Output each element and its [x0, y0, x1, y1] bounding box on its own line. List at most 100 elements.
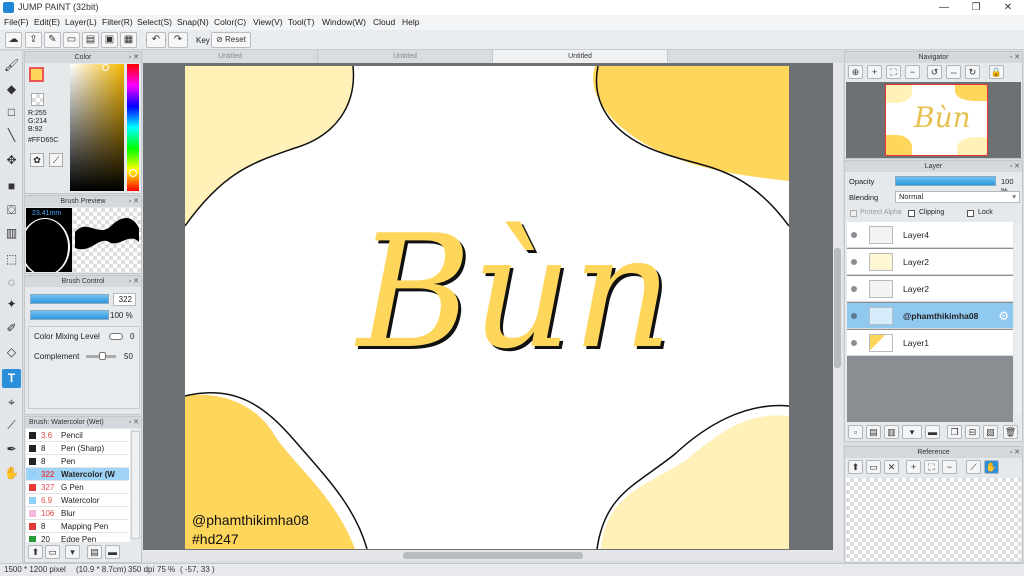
- brush-list-scrollbar[interactable]: [131, 431, 140, 539]
- panel-controls-icon[interactable]: ▫ ✕: [129, 276, 139, 287]
- zoom-actual-icon[interactable]: ⛶: [886, 65, 901, 79]
- protect-alpha-checkbox[interactable]: [850, 210, 857, 217]
- tab-untitled-3[interactable]: Untitled: [493, 50, 668, 63]
- comment-icon[interactable]: ✎: [44, 32, 61, 48]
- new-file-icon[interactable]: ▭: [63, 32, 80, 48]
- eyedropper-icon[interactable]: ⟋: [49, 153, 63, 167]
- transparent-color-swatch[interactable]: [31, 93, 44, 106]
- color-mixing-toggle[interactable]: [109, 333, 123, 340]
- eraser-tool-icon[interactable]: ◆: [2, 80, 21, 99]
- visibility-dot-icon[interactable]: [851, 313, 857, 319]
- hand-tool-icon[interactable]: ✋: [2, 464, 21, 483]
- reference-open-icon[interactable]: ▭: [866, 460, 881, 474]
- menu-window[interactable]: Window(W): [322, 17, 366, 27]
- visibility-dot-icon[interactable]: [851, 232, 857, 238]
- menu-tool[interactable]: Tool(T): [288, 17, 314, 27]
- flip-icon[interactable]: ⇔: [946, 65, 961, 79]
- panel-controls-icon[interactable]: ▫ ✕: [1010, 52, 1020, 63]
- horizontal-scroll-thumb[interactable]: [403, 552, 583, 559]
- trash-icon[interactable]: 🗑: [1003, 425, 1018, 439]
- save-icon[interactable]: ▣: [101, 32, 118, 48]
- select-pen-tool-icon[interactable]: ✐: [2, 319, 21, 338]
- reference-upload-icon[interactable]: ⬆: [848, 460, 863, 474]
- brush-item-selected[interactable]: 322 Watercolor (W: [26, 468, 129, 481]
- panel-controls-icon[interactable]: ▫ ✕: [129, 196, 139, 207]
- brush-size-slider[interactable]: [30, 294, 109, 304]
- zoom-out-icon[interactable]: −: [905, 65, 920, 79]
- menu-color[interactable]: Color(C): [214, 17, 246, 27]
- layer-row[interactable]: Layer2: [847, 249, 1013, 275]
- rectangle-tool-icon[interactable]: □: [2, 103, 21, 122]
- hue-cursor[interactable]: [129, 169, 137, 177]
- bucket-tool-icon[interactable]: ⛋: [2, 201, 21, 220]
- layer-opacity-slider[interactable]: [895, 176, 996, 186]
- fill-rect-tool-icon[interactable]: ■: [2, 177, 21, 196]
- brush-item[interactable]: 327 G Pen: [26, 481, 129, 494]
- navigator-thumbnail[interactable]: Bùn: [885, 84, 988, 156]
- grid-icon[interactable]: ▦: [120, 32, 137, 48]
- reference-fit-icon[interactable]: ⛶: [924, 460, 939, 474]
- select-rect-tool-icon[interactable]: ⬚: [2, 250, 21, 269]
- layer-menu-icon[interactable]: ▾: [902, 425, 922, 439]
- cloud-icon[interactable]: ☁: [5, 32, 22, 48]
- menu-select[interactable]: Select(S): [137, 17, 172, 27]
- lock-checkbox[interactable]: [967, 210, 974, 217]
- layer-row-selected[interactable]: @phamthikimha08 ⚙: [847, 303, 1013, 329]
- maximize-button[interactable]: ❐: [960, 0, 992, 15]
- layer-row[interactable]: Layer1: [847, 330, 1013, 356]
- gradient-tool-icon[interactable]: ▥: [2, 224, 21, 243]
- reset-button[interactable]: ⊘ Reset: [211, 32, 251, 48]
- complement-thumb[interactable]: [99, 352, 106, 360]
- text-tool-icon[interactable]: T: [2, 369, 21, 388]
- menu-layer[interactable]: Layer(L): [65, 17, 97, 27]
- zoom-in-icon[interactable]: +: [867, 65, 882, 79]
- panel-controls-icon[interactable]: ▫ ✕: [129, 417, 139, 428]
- navigator-viewport[interactable]: Bùn: [846, 82, 1021, 158]
- rotate-right-icon[interactable]: ↻: [965, 65, 980, 79]
- reference-zoom-in-icon[interactable]: +: [906, 460, 921, 474]
- layer-folder-icon[interactable]: ▬: [925, 425, 940, 439]
- reference-close-icon[interactable]: ✕: [884, 460, 899, 474]
- navigator-lock-icon[interactable]: 🔒: [989, 65, 1004, 79]
- duplicate-layer-icon[interactable]: ❐: [947, 425, 962, 439]
- layer-row[interactable]: Layer4: [847, 222, 1013, 248]
- visibility-dot-icon[interactable]: [851, 340, 857, 346]
- brush-tool-icon[interactable]: 🖌: [2, 56, 21, 75]
- panel-controls-icon[interactable]: ▫ ✕: [1010, 447, 1020, 458]
- panel-controls-icon[interactable]: ▫ ✕: [1010, 161, 1020, 172]
- reference-hand-icon[interactable]: ✋: [984, 460, 999, 474]
- reference-zoom-out-icon[interactable]: −: [942, 460, 957, 474]
- canvas-vertical-scrollbar[interactable]: [833, 63, 843, 550]
- brush-group-icon[interactable]: ▬: [105, 545, 120, 559]
- brush-folder-icon[interactable]: ▭: [45, 545, 60, 559]
- saturation-value-picker[interactable]: [70, 64, 124, 191]
- blending-select[interactable]: Normal ▾: [895, 191, 1020, 203]
- brush-item[interactable]: 8 Mapping Pen: [26, 520, 129, 533]
- menu-edit[interactable]: Edit(E): [34, 17, 60, 27]
- brush-item[interactable]: 8 Pen (Sharp): [26, 442, 129, 455]
- page-icon[interactable]: ▤: [82, 32, 99, 48]
- move-tool-icon[interactable]: ✥: [2, 151, 21, 170]
- clipping-checkbox[interactable]: [908, 210, 915, 217]
- select-eraser-tool-icon[interactable]: ◇: [2, 343, 21, 362]
- menu-help[interactable]: Help: [402, 17, 419, 27]
- tab-untitled-2[interactable]: Untitled: [318, 50, 493, 63]
- eyedropper-tool-icon[interactable]: ⟋: [2, 416, 21, 435]
- new-layer-icon[interactable]: ▫: [848, 425, 863, 439]
- tab-untitled-1[interactable]: Untitled: [143, 50, 318, 63]
- sv-cursor[interactable]: [102, 64, 109, 71]
- brush-item[interactable]: 106 Blur: [26, 507, 129, 520]
- brush-settings-icon[interactable]: ▾: [65, 545, 80, 559]
- vertical-scroll-thumb[interactable]: [834, 248, 841, 368]
- brush-copy-icon[interactable]: ▤: [87, 545, 102, 559]
- brush-item[interactable]: 6.9 Watercolor: [26, 494, 129, 507]
- undo-icon[interactable]: ↶: [146, 32, 166, 48]
- brush-item[interactable]: 3.6 Pencil: [26, 429, 129, 442]
- brush-add-icon[interactable]: ⬆: [28, 545, 43, 559]
- brush-opacity-slider[interactable]: [30, 310, 109, 320]
- line-tool-icon[interactable]: ╲: [2, 126, 21, 145]
- rotate-left-icon[interactable]: ↺: [927, 65, 942, 79]
- zoom-fit-icon[interactable]: ⊕: [848, 65, 863, 79]
- operation-tool-icon[interactable]: ⌖: [2, 393, 21, 412]
- clear-layer-icon[interactable]: ▧: [983, 425, 998, 439]
